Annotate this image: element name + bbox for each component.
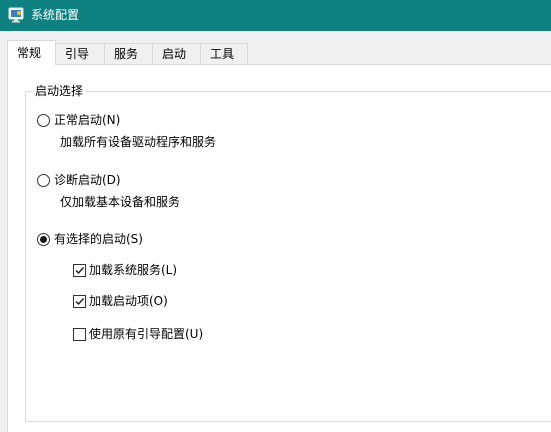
normal-startup-label[interactable]: 正常启动(N): [54, 112, 120, 128]
load-startup-items-label[interactable]: 加载启动项(O): [89, 293, 168, 309]
load-system-services-label[interactable]: 加载系统服务(L): [89, 262, 177, 278]
tab-tools[interactable]: 工具: [200, 43, 248, 64]
normal-startup-description: 加载所有设备驱动程序和服务: [60, 135, 217, 149]
checkmark-icon: [75, 298, 85, 306]
title-bar[interactable]: 系统配置: [0, 0, 551, 31]
checkbox-load-startup-items[interactable]: [73, 295, 86, 308]
diagnostic-startup-label[interactable]: 诊断启动(D): [54, 172, 121, 188]
tab-boot[interactable]: 引导: [55, 43, 105, 64]
checkmark-icon: [75, 267, 85, 275]
system-configuration-icon: [8, 7, 24, 23]
selective-startup-label[interactable]: 有选择的启动(S): [54, 231, 143, 247]
checkbox-load-system-services[interactable]: [73, 264, 86, 277]
checkbox-use-original-boot-config[interactable]: [73, 328, 86, 341]
diagnostic-startup-description: 仅加载基本设备和服务: [60, 195, 181, 209]
group-label: 启动选择: [32, 84, 87, 98]
tab-general[interactable]: 常规: [7, 40, 56, 65]
window-title: 系统配置: [31, 8, 80, 22]
radio-normal-startup[interactable]: [37, 114, 50, 127]
tab-startup[interactable]: 启动: [152, 43, 201, 64]
use-original-boot-config-label[interactable]: 使用原有引导配置(U): [89, 326, 203, 342]
radio-selected-dot: [40, 236, 47, 243]
radio-selective-startup[interactable]: [37, 233, 50, 246]
radio-diagnostic-startup[interactable]: [37, 174, 50, 187]
tab-services[interactable]: 服务: [104, 43, 153, 64]
